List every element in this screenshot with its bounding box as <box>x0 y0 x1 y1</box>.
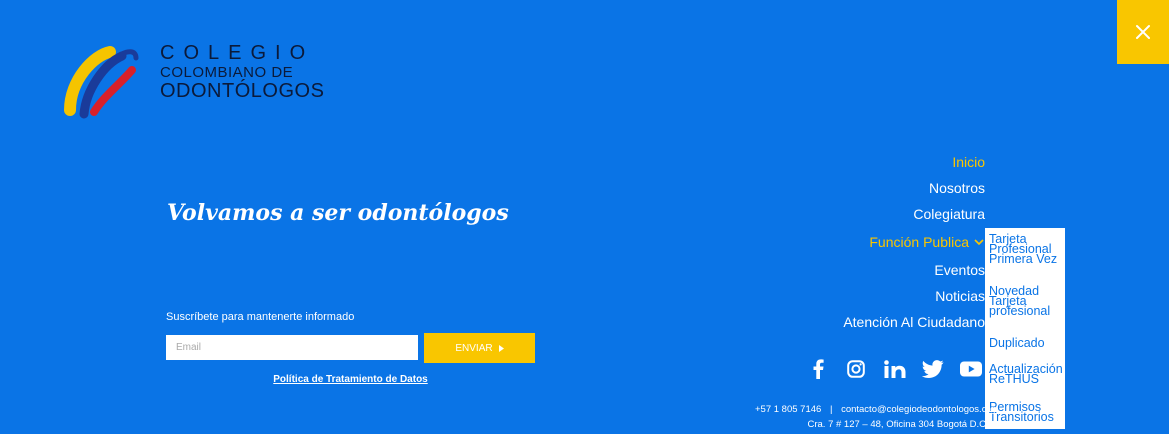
footer-separator: | <box>829 404 833 415</box>
logo[interactable]: COLEGIO COLOMBIANO DE ODONTÓLOGOS <box>64 40 344 120</box>
linkedin-icon[interactable] <box>883 358 907 380</box>
instagram-icon[interactable] <box>846 358 866 380</box>
nav-item-atencion-al-ciudadano[interactable]: Atención Al Ciudadano <box>843 314 985 330</box>
nav-item-eventos[interactable]: Eventos <box>934 262 985 278</box>
logo-line-2: COLOMBIANO DE <box>160 64 294 81</box>
dropdown-item-duplicado[interactable]: Duplicado <box>989 336 1045 350</box>
footer-email[interactable]: contacto@colegiodeodontologos.org <box>841 404 995 415</box>
nav-item-nosotros[interactable]: Nosotros <box>929 180 985 196</box>
hero-slogan: Volvamos a ser odontólogos <box>167 200 509 226</box>
nav-item-funcion-publica-label: Función Publica <box>869 234 969 250</box>
dropdown-item-line: Duplicado <box>989 336 1045 350</box>
newsletter-label: Suscríbete para mantenerte informado <box>166 311 355 323</box>
close-icon <box>1136 25 1150 39</box>
dropdown-item-tarjeta-profesional-primera-vez[interactable]: Tarjeta Profesional Primera Vez <box>989 233 1058 266</box>
email-field[interactable] <box>166 335 418 360</box>
nav-item-inicio[interactable]: Inicio <box>952 154 985 170</box>
logo-line-1: COLEGIO <box>160 42 315 64</box>
dropdown-item-permisos-transitorios[interactable]: Permisos Transitorios <box>989 401 1054 424</box>
nav-item-noticias[interactable]: Noticias <box>935 288 985 304</box>
play-arrow-icon <box>498 344 504 352</box>
nav-item-funcion-publica[interactable]: Función Publica <box>869 234 984 250</box>
footer-address: Cra. 7 # 127 – 48, Oficina 304 Bogotá D.… <box>807 419 987 430</box>
footer-phone[interactable]: +57 1 805 7146 <box>755 404 821 415</box>
facebook-icon[interactable] <box>810 358 826 380</box>
logo-mark-icon <box>64 46 139 119</box>
logo-line-3: ODONTÓLOGOS <box>160 80 325 102</box>
dropdown-item-line: profesional <box>989 304 1051 318</box>
logo-text: COLEGIO COLOMBIANO DE ODONTÓLOGOS <box>160 43 324 101</box>
footer-contact: +57 1 805 7146 | contacto@colegiodeodont… <box>755 404 995 415</box>
send-button-label: ENVIAR <box>455 342 493 354</box>
twitter-icon[interactable] <box>921 358 945 380</box>
funcion-publica-dropdown: Tarjeta Profesional Primera Vez Novedad … <box>985 228 1065 429</box>
dropdown-item-novedad-tarjeta-profesional[interactable]: Novedad Tarjeta profesional <box>989 285 1051 318</box>
youtube-icon[interactable] <box>960 358 982 380</box>
close-button[interactable] <box>1117 0 1169 64</box>
menu-overlay: COLEGIO COLOMBIANO DE ODONTÓLOGOS Volvam… <box>0 0 1169 440</box>
dropdown-item-line: Primera Vez <box>989 252 1058 266</box>
social-links <box>0 358 1169 382</box>
page-bottom-strip <box>0 434 1169 440</box>
chevron-down-icon <box>974 238 984 245</box>
nav-item-colegiatura[interactable]: Colegiatura <box>913 206 985 222</box>
dropdown-item-line: Transitorios <box>989 410 1054 424</box>
